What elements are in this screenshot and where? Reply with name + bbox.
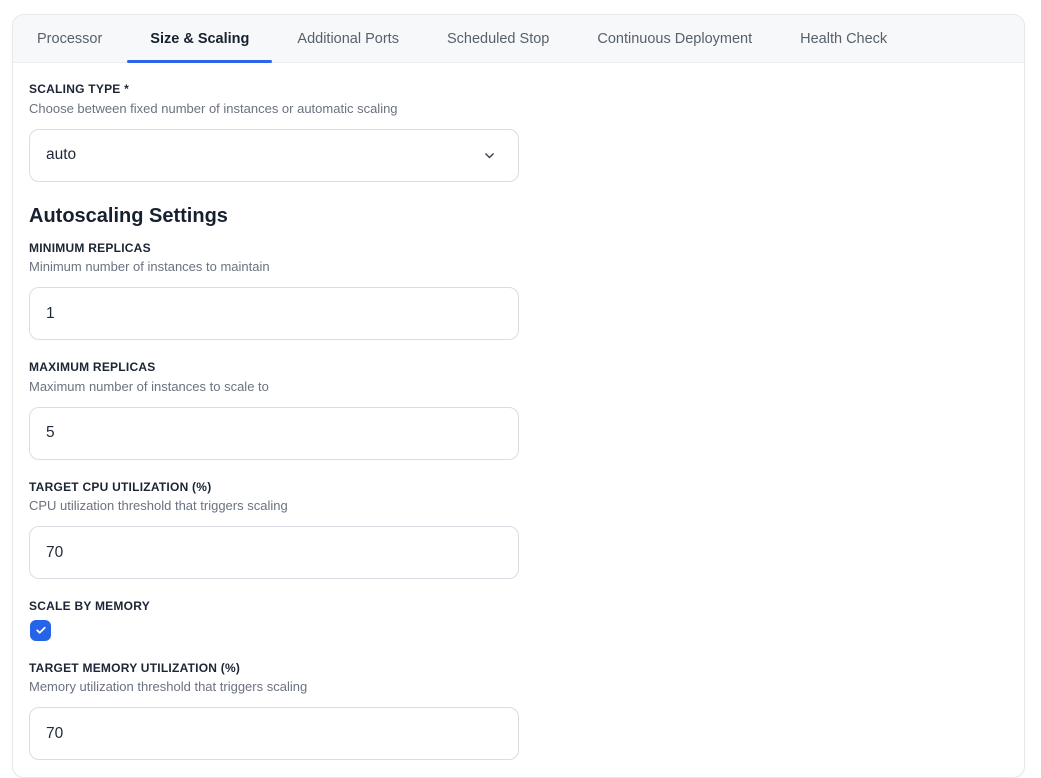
scaling-type-field: SCALING TYPE * Choose between fixed numb… bbox=[29, 83, 1008, 182]
maximum-replicas-input[interactable] bbox=[29, 407, 519, 460]
target-cpu-utilization-description: CPU utilization threshold that triggers … bbox=[29, 499, 1008, 514]
scaling-type-label: SCALING TYPE * bbox=[29, 83, 1008, 96]
size-scaling-panel: SCALING TYPE * Choose between fixed numb… bbox=[13, 63, 1024, 777]
autoscaling-settings-heading: Autoscaling Settings bbox=[29, 204, 1008, 228]
target-cpu-utilization-input[interactable] bbox=[29, 526, 519, 579]
target-cpu-utilization-field: TARGET CPU UTILIZATION (%) CPU utilizati… bbox=[29, 481, 1008, 580]
maximum-replicas-description: Maximum number of instances to scale to bbox=[29, 380, 1008, 395]
tab-health-check[interactable]: Health Check bbox=[776, 15, 911, 62]
scale-by-memory-label: SCALE BY MEMORY bbox=[29, 600, 1008, 613]
tab-additional-ports[interactable]: Additional Ports bbox=[273, 15, 423, 62]
settings-card: Processor Size & Scaling Additional Port… bbox=[12, 14, 1025, 778]
tab-processor[interactable]: Processor bbox=[13, 15, 126, 62]
scale-by-memory-field: SCALE BY MEMORY bbox=[29, 600, 1008, 641]
scaling-type-select[interactable]: auto bbox=[29, 129, 519, 182]
maximum-replicas-field: MAXIMUM REPLICAS Maximum number of insta… bbox=[29, 361, 1008, 460]
scaling-type-selected-value: auto bbox=[46, 146, 76, 164]
target-memory-utilization-field: TARGET MEMORY UTILIZATION (%) Memory uti… bbox=[29, 662, 1008, 761]
tab-bar: Processor Size & Scaling Additional Port… bbox=[13, 15, 1024, 63]
maximum-replicas-label: MAXIMUM REPLICAS bbox=[29, 361, 1008, 374]
target-memory-utilization-description: Memory utilization threshold that trigge… bbox=[29, 680, 1008, 695]
minimum-replicas-field: MINIMUM REPLICAS Minimum number of insta… bbox=[29, 242, 1008, 341]
target-cpu-utilization-label: TARGET CPU UTILIZATION (%) bbox=[29, 481, 1008, 494]
target-memory-utilization-input[interactable] bbox=[29, 707, 519, 760]
scale-by-memory-checkbox[interactable] bbox=[30, 620, 51, 641]
target-memory-utilization-label: TARGET MEMORY UTILIZATION (%) bbox=[29, 662, 1008, 675]
check-icon bbox=[35, 624, 47, 636]
tab-scheduled-stop[interactable]: Scheduled Stop bbox=[423, 15, 573, 62]
chevron-down-icon bbox=[483, 149, 496, 162]
tab-continuous-deployment[interactable]: Continuous Deployment bbox=[573, 15, 776, 62]
tab-size-scaling[interactable]: Size & Scaling bbox=[126, 15, 273, 62]
scaling-type-description: Choose between fixed number of instances… bbox=[29, 102, 1008, 117]
minimum-replicas-input[interactable] bbox=[29, 287, 519, 340]
minimum-replicas-description: Minimum number of instances to maintain bbox=[29, 260, 1008, 275]
minimum-replicas-label: MINIMUM REPLICAS bbox=[29, 242, 1008, 255]
